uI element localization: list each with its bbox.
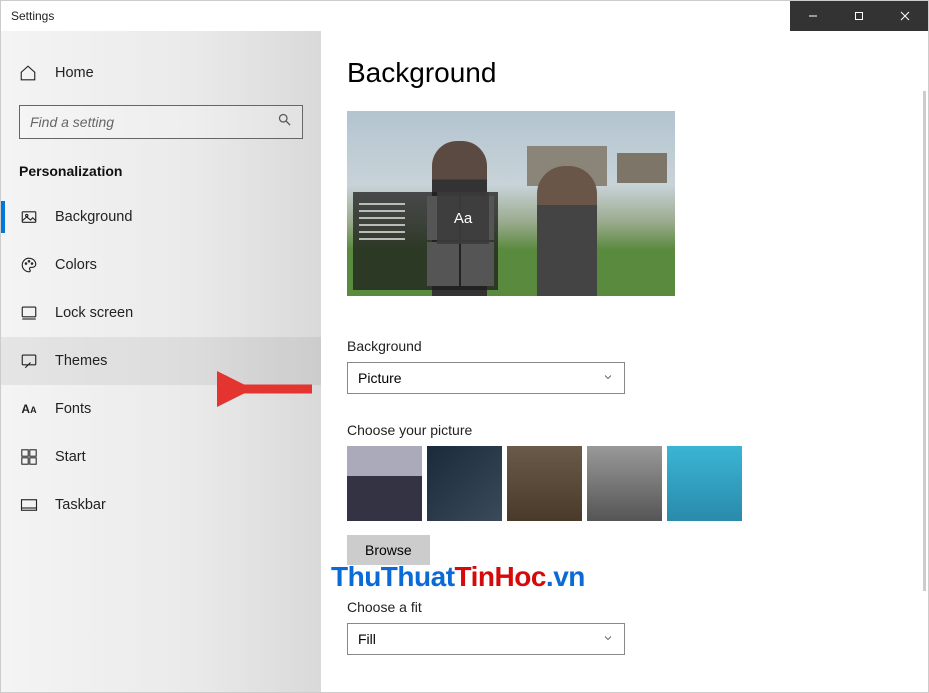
choose-fit-select[interactable]: Fill	[347, 623, 625, 655]
desktop-preview: Aa	[347, 111, 675, 296]
lockscreen-icon	[19, 304, 39, 322]
choose-fit-label: Choose a fit	[347, 599, 928, 615]
picture-thumb-1[interactable]	[347, 446, 422, 521]
background-type-select[interactable]: Picture	[347, 362, 625, 394]
search-box[interactable]	[19, 105, 303, 139]
picture-thumb-3[interactable]	[507, 446, 582, 521]
page-title: Background	[347, 57, 928, 89]
picture-thumbnails	[347, 446, 928, 521]
window-title: Settings	[1, 9, 54, 23]
select-value: Fill	[358, 631, 376, 647]
background-type-label: Background	[347, 338, 928, 354]
select-value: Picture	[358, 370, 402, 386]
search-icon	[277, 112, 292, 132]
preview-sample-text: Aa	[437, 192, 489, 244]
picture-thumb-2[interactable]	[427, 446, 502, 521]
browse-button[interactable]: Browse	[347, 535, 430, 565]
minimize-button[interactable]	[790, 1, 836, 31]
search-input[interactable]	[30, 114, 277, 130]
titlebar: Settings	[1, 1, 928, 31]
sidebar-item-fonts[interactable]: AA Fonts	[1, 385, 321, 433]
sidebar: Home Personalization Background Colors L…	[1, 31, 321, 692]
home-icon	[19, 64, 39, 82]
font-icon: AA	[19, 402, 39, 416]
home-label: Home	[55, 65, 94, 81]
sidebar-item-label: Colors	[55, 257, 97, 273]
image-icon	[19, 208, 39, 226]
sidebar-item-label: Fonts	[55, 401, 91, 417]
sidebar-item-colors[interactable]: Colors	[1, 241, 321, 289]
sidebar-item-start[interactable]: Start	[1, 433, 321, 481]
sidebar-item-label: Background	[55, 209, 132, 225]
sidebar-item-label: Start	[55, 449, 86, 465]
start-icon	[19, 449, 39, 465]
palette-icon	[19, 256, 39, 274]
picture-thumb-5[interactable]	[667, 446, 742, 521]
sidebar-item-label: Taskbar	[55, 497, 106, 513]
sidebar-item-taskbar[interactable]: Taskbar	[1, 481, 321, 529]
brush-icon	[19, 352, 39, 370]
taskbar-icon	[19, 498, 39, 512]
section-heading: Personalization	[1, 157, 321, 193]
choose-picture-label: Choose your picture	[347, 422, 928, 438]
close-button[interactable]	[882, 1, 928, 31]
chevron-down-icon	[602, 370, 614, 386]
chevron-down-icon	[602, 631, 614, 647]
picture-thumb-4[interactable]	[587, 446, 662, 521]
sidebar-item-lockscreen[interactable]: Lock screen	[1, 289, 321, 337]
sidebar-item-label: Lock screen	[55, 305, 133, 321]
scrollbar[interactable]	[923, 91, 926, 591]
sidebar-item-themes[interactable]: Themes	[1, 337, 321, 385]
maximize-button[interactable]	[836, 1, 882, 31]
home-link[interactable]: Home	[1, 53, 321, 93]
window-controls	[790, 1, 928, 31]
main-content: Background Aa Background Picture Choose …	[321, 31, 928, 692]
sidebar-item-background[interactable]: Background	[1, 193, 321, 241]
sidebar-item-label: Themes	[55, 353, 107, 369]
